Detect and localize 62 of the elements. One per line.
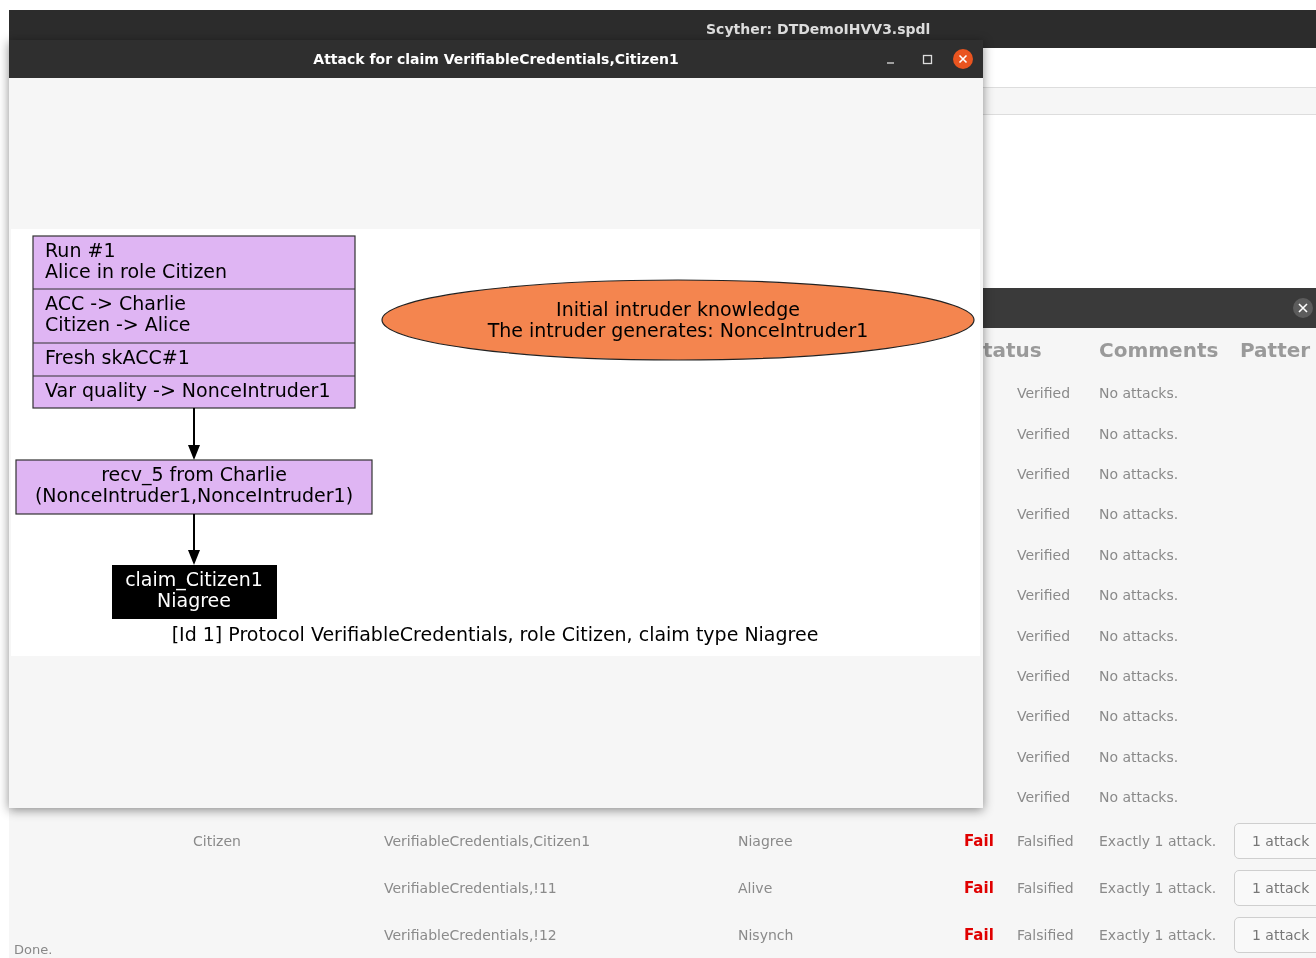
- attack-button[interactable]: 1 attack: [1234, 869, 1316, 906]
- table-cell: Verified: [1017, 465, 1071, 482]
- table-cell: No attacks.: [1099, 385, 1179, 402]
- arrow: [188, 407, 200, 460]
- table-cell: Verified: [1017, 789, 1071, 806]
- table-cell: Nisynch: [738, 926, 794, 943]
- table-cell: Verified: [1017, 708, 1071, 725]
- window-title: Scyther: DTDemoIHVV3.spdl: [706, 21, 931, 37]
- close-icon[interactable]: [1292, 297, 1314, 319]
- table-cell: Verified: [1017, 546, 1071, 563]
- table-cell: No attacks.: [1099, 627, 1179, 644]
- table-cell: Verified: [1017, 748, 1071, 765]
- table-cell: Exactly 1 attack.: [1099, 879, 1217, 896]
- column-header[interactable]: Patter: [1240, 338, 1316, 362]
- table-cell: VerifiableCredentials,!12: [384, 926, 557, 943]
- table-cell: No attacks.: [1099, 587, 1179, 604]
- table-cell: No attacks.: [1099, 708, 1179, 725]
- table-cell: No attacks.: [1099, 546, 1179, 563]
- status-cell: Fail: [964, 831, 994, 850]
- node-label: Alice in role Citizen: [45, 260, 228, 282]
- table-cell: Verified: [1017, 385, 1071, 402]
- table-cell: Citizen: [193, 832, 241, 849]
- arrow: [188, 513, 200, 565]
- table-cell: Exactly 1 attack.: [1099, 926, 1217, 943]
- table-cell: VerifiableCredentials,Citizen1: [384, 832, 591, 849]
- table-cell: No attacks.: [1099, 425, 1179, 442]
- node-label: The intruder generates: NonceIntruder1: [487, 319, 869, 341]
- table-cell: Verified: [1017, 425, 1071, 442]
- table-cell: Verified: [1017, 587, 1071, 604]
- table-cell: No attacks.: [1099, 789, 1179, 806]
- node-label: recv_5 from Charlie: [101, 463, 287, 485]
- close-icon[interactable]: [952, 48, 974, 70]
- table-cell: VerifiableCredentials,!11: [384, 879, 557, 896]
- table-cell: Exactly 1 attack.: [1099, 832, 1217, 849]
- table-cell: Falsified: [1017, 832, 1074, 849]
- node-label: Var quality -> NonceIntruder1: [45, 379, 331, 401]
- attack-button[interactable]: 1 attack: [1234, 822, 1316, 859]
- diagram-caption: [Id 1] Protocol VerifiableCredentials, role Citizen, claim type Niagree: [171, 623, 819, 645]
- attack-button[interactable]: 1 attack: [1234, 916, 1316, 953]
- table-cell: Niagree: [738, 832, 793, 849]
- status-cell: Fail: [964, 925, 994, 944]
- node-label: Fresh skACC#1: [45, 346, 190, 368]
- table-cell: Verified: [1017, 667, 1071, 684]
- table-cell: No attacks.: [1099, 748, 1179, 765]
- window-title: Attack for claim VerifiableCredentials,Citizen1: [313, 51, 679, 67]
- status-text: Done.: [14, 942, 53, 957]
- table-cell: No attacks.: [1099, 465, 1179, 482]
- table-cell: No attacks.: [1099, 667, 1179, 684]
- table-cell: Alive: [738, 879, 773, 896]
- table-cell: Verified: [1017, 506, 1071, 523]
- table-cell: Falsified: [1017, 879, 1074, 896]
- node-label: claim_Citizen1: [125, 568, 263, 590]
- table-cell: No attacks.: [1099, 506, 1179, 523]
- column-header[interactable]: tatus: [983, 338, 1099, 362]
- table-cell: Verified: [1017, 627, 1071, 644]
- node-label: ACC -> Charlie: [45, 292, 187, 314]
- node-label: Run #1: [45, 239, 116, 261]
- column-header[interactable]: Comments: [1099, 338, 1240, 362]
- status-cell: Fail: [964, 878, 994, 897]
- node-label: Citizen -> Alice: [45, 313, 191, 335]
- table-cell: Falsified: [1017, 926, 1074, 943]
- node-label: Initial intruder knowledge: [556, 298, 800, 320]
